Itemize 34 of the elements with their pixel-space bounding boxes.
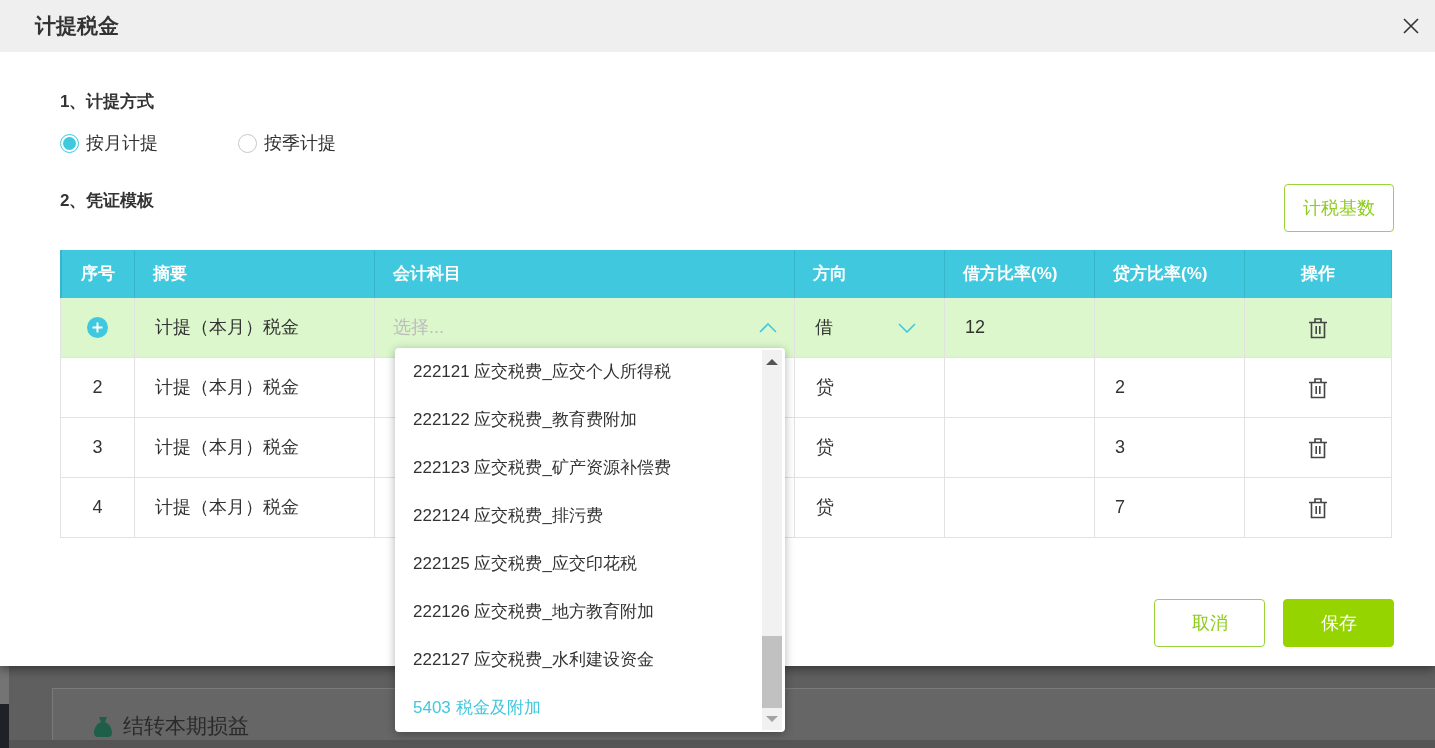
scrollbar[interactable] — [762, 350, 782, 730]
trash-icon[interactable] — [1308, 436, 1328, 459]
dark-sidebar — [0, 704, 9, 748]
dropdown-option[interactable]: 222127 应交税费_水利建设资金 — [395, 636, 762, 684]
radio-icon[interactable] — [238, 133, 257, 153]
row-number: 4 — [92, 496, 103, 519]
dropdown-option[interactable]: 222122 应交税费_教育费附加 — [395, 396, 762, 444]
money-bag-icon — [93, 716, 113, 738]
row-number: 3 — [92, 436, 103, 459]
add-icon[interactable] — [87, 317, 108, 338]
dropdown-option[interactable]: 222125 应交税费_应交印花税 — [395, 540, 762, 588]
table-cell: 计提（本月）税金 — [135, 478, 375, 538]
radio-label[interactable]: 按季计提 — [264, 131, 336, 155]
radio-label[interactable]: 按月计提 — [86, 131, 158, 155]
section-heading: 1、计提方式 — [60, 91, 155, 113]
caret-down-icon[interactable] — [766, 716, 778, 722]
scrollbar-thumb[interactable] — [762, 636, 782, 708]
page-edge — [0, 666, 9, 704]
dialog-title: 计提税金 — [35, 13, 119, 40]
trash-icon[interactable] — [1308, 376, 1328, 399]
row-number: 2 — [92, 376, 103, 399]
dropdown-option[interactable]: 222124 应交税费_排污费 — [395, 492, 762, 540]
close-icon[interactable] — [1403, 18, 1419, 34]
trash-icon[interactable] — [1308, 316, 1328, 339]
chevron-down-icon[interactable] — [898, 322, 916, 333]
table-cell: 贷 — [795, 478, 945, 538]
section-heading: 2、凭证模板 — [60, 190, 155, 212]
caret-up-icon[interactable] — [766, 359, 778, 365]
table-cell: 7 — [1095, 478, 1245, 538]
dropdown-option[interactable]: 222123 应交税费_矿产资源补偿费 — [395, 444, 762, 492]
select-field[interactable]: 借 — [795, 298, 944, 357]
chevron-up-icon[interactable] — [759, 322, 777, 333]
trash-icon[interactable] — [1308, 496, 1328, 519]
dropdown-option[interactable]: 222126 应交税费_地方教育附加 — [395, 588, 762, 636]
